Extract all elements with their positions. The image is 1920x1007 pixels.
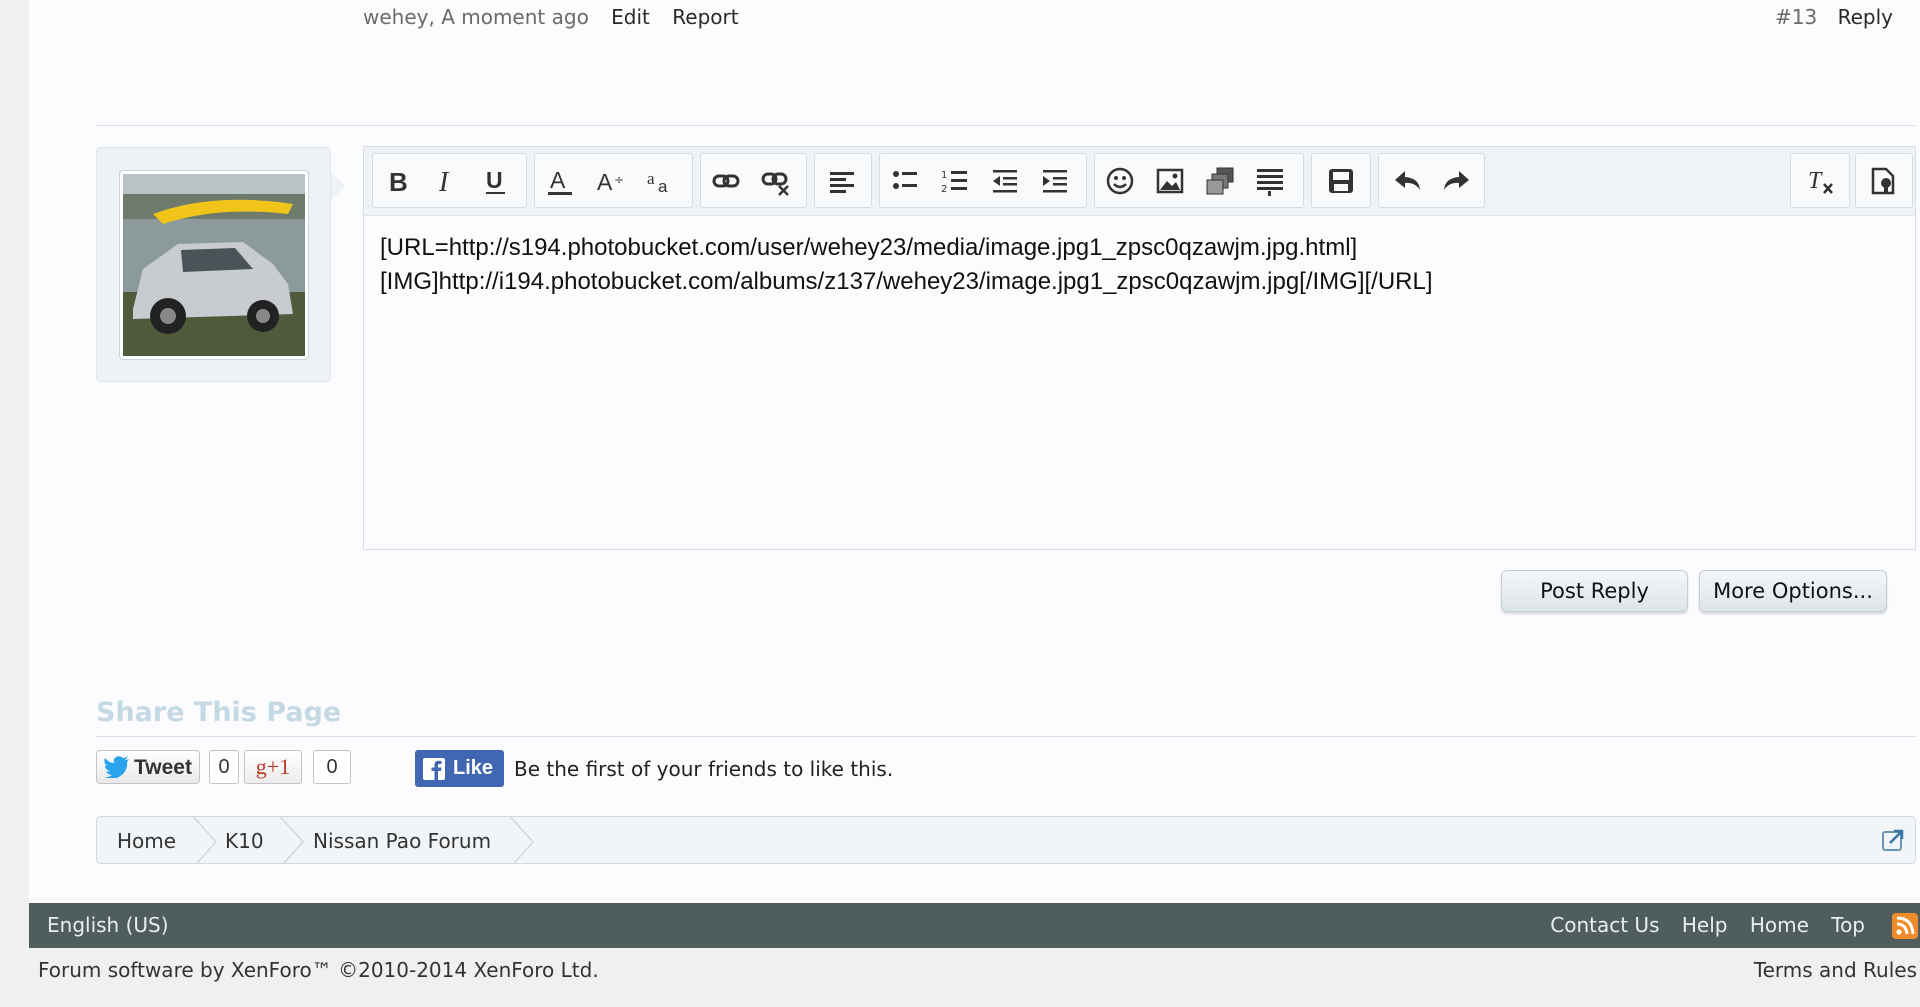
share-title: Share This Page bbox=[96, 697, 342, 728]
italic-icon[interactable]: I bbox=[431, 166, 461, 196]
editor-content[interactable]: [URL=http://s194.photobucket.com/user/we… bbox=[380, 231, 1433, 299]
bulleted-list-icon[interactable] bbox=[890, 166, 920, 196]
footer-link-contact[interactable]: Contact Us bbox=[1550, 913, 1659, 937]
post-reply-button[interactable]: Post Reply bbox=[1501, 570, 1688, 612]
toolbar-group-link bbox=[700, 153, 807, 208]
svg-text:÷: ÷ bbox=[614, 173, 624, 187]
report-link[interactable]: Report bbox=[672, 5, 738, 29]
media-icon[interactable] bbox=[1205, 166, 1235, 196]
align-icon[interactable] bbox=[827, 166, 857, 196]
svg-text:a: a bbox=[658, 177, 668, 196]
image-icon[interactable] bbox=[1155, 166, 1185, 196]
unlink-icon[interactable] bbox=[761, 166, 791, 196]
link-icon[interactable] bbox=[711, 166, 741, 196]
footer-links: Contact Us Help Home Top bbox=[1534, 913, 1865, 937]
terms-link[interactable]: Terms and Rules bbox=[1754, 958, 1917, 982]
tweet-label: Tweet bbox=[134, 756, 192, 779]
svg-text:U: U bbox=[486, 167, 503, 193]
toolbar-group-align bbox=[814, 153, 872, 208]
gplus-button[interactable]: g+1 bbox=[244, 750, 302, 784]
breadcrumb-separator-icon bbox=[509, 817, 535, 863]
svg-text:A: A bbox=[550, 167, 566, 193]
toolbar-group-mode bbox=[1855, 153, 1913, 208]
more-options-button[interactable]: More Options... bbox=[1699, 570, 1887, 612]
bold-icon[interactable]: B bbox=[383, 166, 413, 196]
page-content: wehey, A moment ago Edit Report #13 Repl… bbox=[29, 0, 1920, 905]
undo-icon[interactable] bbox=[1393, 166, 1423, 196]
breadcrumb-item-nissan-pao[interactable]: Nissan Pao Forum bbox=[313, 829, 491, 853]
breadcrumb-item-home[interactable]: Home bbox=[117, 829, 176, 853]
edit-link[interactable]: Edit bbox=[611, 5, 650, 29]
breadcrumb-item-k10[interactable]: K10 bbox=[225, 829, 264, 853]
code-icon[interactable] bbox=[1255, 166, 1285, 196]
post-actions: #13 Reply bbox=[1775, 5, 1893, 29]
language-chooser[interactable]: English (US) bbox=[47, 913, 169, 937]
footer-link-home[interactable]: Home bbox=[1750, 913, 1809, 937]
toolbar-group-list: 12 bbox=[879, 153, 1087, 208]
text-color-icon[interactable]: A bbox=[545, 166, 575, 196]
svg-text:A: A bbox=[597, 169, 613, 195]
avatar[interactable] bbox=[119, 170, 309, 360]
like-label: Like bbox=[453, 757, 494, 779]
breadcrumb-separator-icon bbox=[279, 817, 305, 863]
facebook-like-text: Be the first of your friends to like thi… bbox=[514, 757, 894, 781]
remove-formatting-icon[interactable]: T bbox=[1805, 166, 1835, 196]
divider bbox=[96, 125, 1916, 126]
jump-to-icon[interactable] bbox=[1881, 828, 1905, 852]
numbered-list-icon[interactable]: 12 bbox=[940, 166, 970, 196]
gplus-count: 0 bbox=[313, 750, 351, 784]
avatar-pointer bbox=[331, 172, 345, 200]
facebook-like-button[interactable]: Like bbox=[415, 750, 504, 787]
svg-text:I: I bbox=[438, 167, 450, 196]
post-author-time[interactable]: wehey, A moment ago bbox=[363, 5, 589, 29]
redo-icon[interactable] bbox=[1441, 166, 1471, 196]
editor-toolbar: B I U A A ÷ aa 12 T bbox=[364, 147, 1915, 216]
smilie-icon[interactable] bbox=[1105, 166, 1135, 196]
toolbar-group-insert bbox=[1094, 153, 1304, 208]
toolbar-group-save bbox=[1311, 153, 1371, 208]
twitter-icon bbox=[104, 756, 129, 778]
reply-editor[interactable]: B I U A A ÷ aa 12 T [URL=http://s194.pho… bbox=[363, 146, 1916, 550]
breadcrumb-separator-icon bbox=[192, 817, 218, 863]
toolbar-group-text: B I U bbox=[372, 153, 527, 208]
tweet-count: 0 bbox=[209, 750, 239, 784]
font-family-icon[interactable]: aa bbox=[645, 166, 675, 196]
legal-text[interactable]: Forum software by XenForo™ ©2010-2014 Xe… bbox=[38, 958, 599, 982]
svg-text:2: 2 bbox=[941, 184, 947, 195]
breadcrumb: Home K10 Nissan Pao Forum bbox=[96, 816, 1916, 864]
rss-icon[interactable] bbox=[1892, 913, 1918, 939]
divider bbox=[96, 736, 1916, 737]
post-meta: wehey, A moment ago Edit Report bbox=[363, 5, 739, 29]
underline-icon[interactable]: U bbox=[481, 166, 511, 196]
toolbar-group-history bbox=[1378, 153, 1485, 208]
save-draft-icon[interactable] bbox=[1326, 166, 1356, 196]
editor-line: [IMG]http://i194.photobucket.com/albums/… bbox=[380, 268, 1433, 295]
svg-text:a: a bbox=[647, 169, 655, 188]
footer-link-top[interactable]: Top bbox=[1831, 913, 1865, 937]
outdent-icon[interactable] bbox=[990, 166, 1020, 196]
svg-text:1: 1 bbox=[941, 170, 947, 181]
post-number[interactable]: #13 bbox=[1775, 5, 1817, 29]
facebook-icon bbox=[423, 758, 445, 780]
tweet-button[interactable]: Tweet bbox=[96, 750, 200, 784]
indent-icon[interactable] bbox=[1040, 166, 1070, 196]
toolbar-group-format: T bbox=[1790, 153, 1850, 208]
svg-text:T: T bbox=[1808, 168, 1823, 194]
toggle-bbcode-icon[interactable] bbox=[1868, 166, 1898, 196]
avatar-container bbox=[96, 147, 331, 382]
avatar-car-photo bbox=[123, 174, 305, 356]
editor-line: [URL=http://s194.photobucket.com/user/we… bbox=[380, 234, 1358, 261]
footer-bar: English (US) Contact Us Help Home Top bbox=[29, 903, 1920, 948]
reply-link[interactable]: Reply bbox=[1838, 5, 1893, 29]
footer-link-help[interactable]: Help bbox=[1682, 913, 1728, 937]
svg-text:B: B bbox=[389, 167, 408, 196]
font-size-icon[interactable]: A ÷ bbox=[595, 166, 625, 196]
toolbar-group-font: A A ÷ aa bbox=[534, 153, 693, 208]
